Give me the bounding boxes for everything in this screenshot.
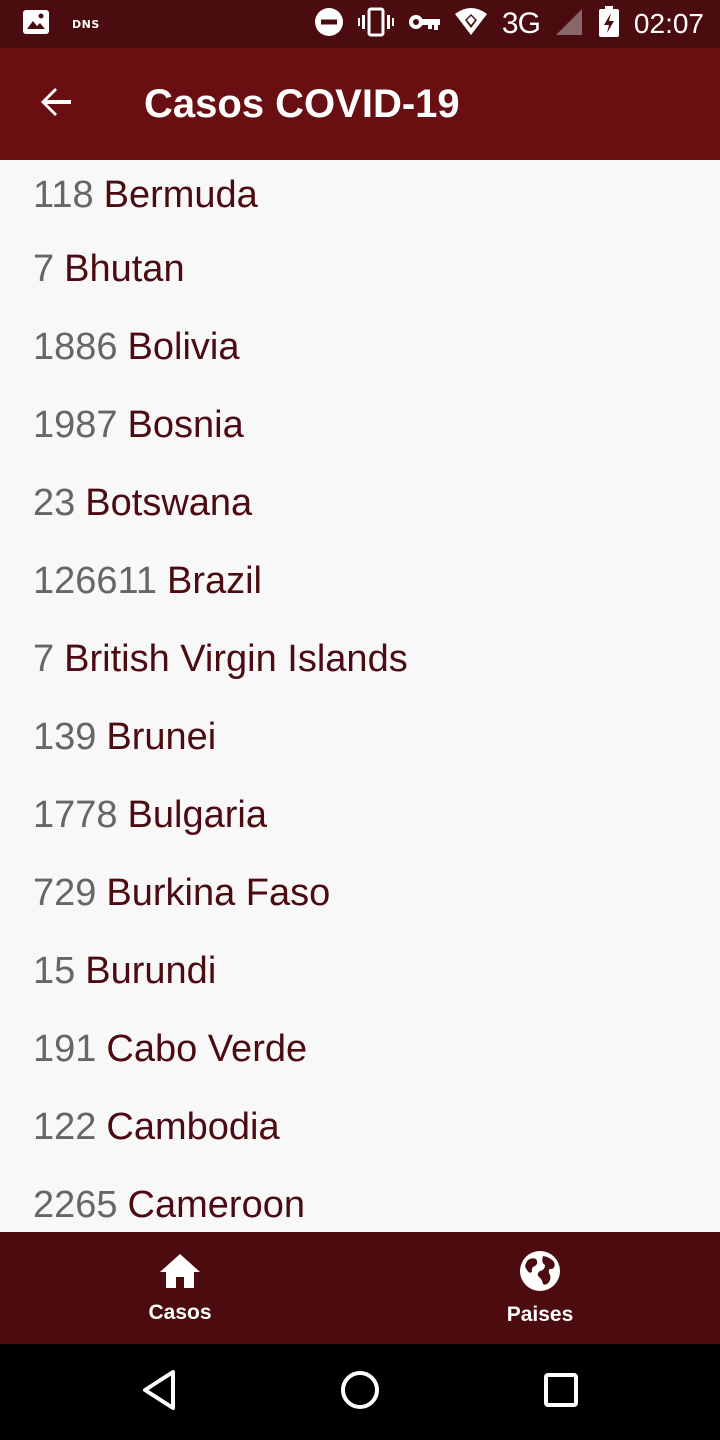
arrow-back-icon	[38, 84, 74, 125]
case-count: 191	[33, 1027, 97, 1070]
list-item[interactable]: 729 Burkina Faso	[0, 854, 720, 932]
network-type-label: 3G	[501, 7, 541, 40]
case-count: 122	[33, 1105, 97, 1148]
list-item[interactable]: 7 British Virgin Islands	[0, 620, 720, 698]
case-count: 729	[33, 871, 97, 914]
case-count: 2265	[33, 1183, 118, 1226]
nav-item-casos[interactable]: Casos	[0, 1232, 360, 1344]
case-count: 7	[33, 637, 55, 680]
case-count: 139	[33, 715, 97, 758]
country-name: Burundi	[85, 949, 217, 992]
country-name: Cabo Verde	[106, 1027, 308, 1070]
status-clock: 02:07	[633, 8, 704, 39]
system-recents-button[interactable]	[541, 1370, 581, 1415]
system-back-button[interactable]	[139, 1368, 179, 1417]
list-item[interactable]: 126611 Brazil	[0, 542, 720, 620]
country-name: British Virgin Islands	[64, 637, 408, 680]
list-item[interactable]: 191 Cabo Verde	[0, 1010, 720, 1088]
nav-label-paises: Paises	[506, 1302, 574, 1326]
back-button[interactable]	[0, 48, 112, 160]
country-name: Brazil	[166, 559, 263, 602]
bottom-navigation: Casos Paises	[0, 1232, 720, 1344]
page-title: Casos COVID-19	[144, 81, 460, 126]
cases-list[interactable]: 118 Bermuda 7 Bhutan 1886 Bolivia 1987 Bosni…	[0, 160, 720, 1232]
cell-signal-icon	[554, 7, 584, 42]
list-item[interactable]: 1778 Bulgaria	[0, 776, 720, 854]
battery-charging-icon	[598, 5, 620, 43]
globe-icon	[519, 1250, 561, 1297]
system-navigation-bar	[0, 1344, 720, 1440]
country-name: Botswana	[85, 481, 253, 524]
dns-label: DNS	[72, 17, 100, 31]
country-name: Bolivia	[127, 325, 240, 368]
country-name: Bhutan	[64, 247, 185, 290]
case-count: 1987	[33, 403, 118, 446]
system-home-button[interactable]	[338, 1368, 382, 1417]
country-name: Cambodia	[106, 1105, 280, 1148]
image-notification-icon	[22, 9, 50, 40]
case-count: 23	[33, 481, 76, 524]
country-name: Bosnia	[127, 403, 244, 446]
status-bar: DNS 3G 02:07	[0, 0, 720, 48]
nav-item-paises[interactable]: Paises	[360, 1232, 720, 1344]
do-not-disturb-icon	[314, 7, 344, 42]
country-name: Cameroon	[127, 1183, 305, 1226]
case-count: 1778	[33, 793, 118, 836]
home-icon	[159, 1252, 201, 1295]
country-name: Bulgaria	[127, 793, 267, 836]
list-item[interactable]: 1886 Bolivia	[0, 308, 720, 386]
case-count: 126611	[33, 559, 157, 602]
nav-label-casos: Casos	[148, 1300, 212, 1324]
wifi-icon	[454, 7, 488, 41]
country-name: Burkina Faso	[106, 871, 331, 914]
list-item[interactable]: 1987 Bosnia	[0, 386, 720, 464]
app-bar: Casos COVID-19	[0, 48, 720, 160]
list-item[interactable]: 23 Botswana	[0, 464, 720, 542]
list-item[interactable]: 118 Bermuda	[0, 160, 720, 230]
vibrate-icon	[357, 7, 394, 42]
list-item[interactable]: 15 Burundi	[0, 932, 720, 1010]
list-item[interactable]: 122 Cambodia	[0, 1088, 720, 1166]
list-item[interactable]: 139 Brunei	[0, 698, 720, 776]
list-item[interactable]: 2265 Cameroon	[0, 1166, 720, 1232]
case-count: 118	[33, 173, 94, 216]
case-count: 1886	[33, 325, 118, 368]
list-item[interactable]: 7 Bhutan	[0, 230, 720, 308]
case-count: 7	[33, 247, 55, 290]
case-count: 15	[33, 949, 76, 992]
country-name: Brunei	[106, 715, 217, 758]
vpn-key-icon	[408, 12, 440, 37]
country-name: Bermuda	[103, 173, 258, 216]
